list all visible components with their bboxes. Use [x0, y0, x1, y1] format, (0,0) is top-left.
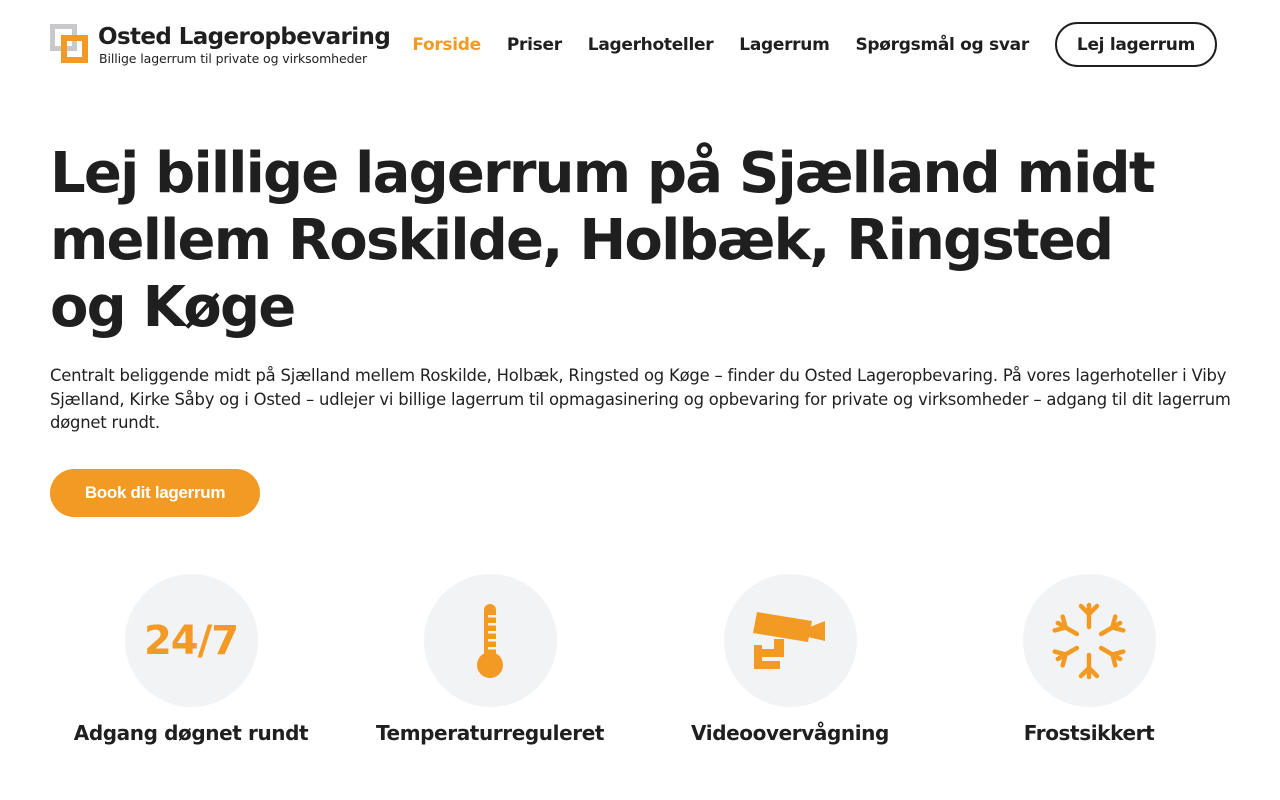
- feature-icon-circle: [1022, 574, 1156, 707]
- snowflake-icon: [1052, 602, 1126, 679]
- nav-item-forside[interactable]: Forside: [412, 35, 481, 55]
- site-header: Osted Lageropbevaring Billige lagerrum t…: [0, 0, 1280, 90]
- rent-storage-button[interactable]: Lej lagerrum: [1054, 22, 1217, 67]
- feature-video: Videoovervågning: [660, 574, 920, 745]
- clock-24-7-icon: 24/7: [143, 617, 239, 664]
- feature-temperature: Temperaturreguleret: [360, 574, 620, 745]
- feature-label: Videoovervågning: [691, 721, 889, 745]
- nav-item-faq[interactable]: Spørgsmål og svar: [855, 35, 1029, 55]
- book-storage-button[interactable]: Book dit lagerrum: [50, 469, 260, 517]
- logo-text: Osted Lageropbevaring Billige lagerrum t…: [98, 24, 391, 67]
- hero-text: Centralt beliggende midt på Sjælland mel…: [50, 366, 1231, 432]
- brand-tagline: Billige lagerrum til private og virksomh…: [99, 51, 368, 66]
- hero-title: Lej billige lagerrum på Sjælland midt me…: [50, 141, 1156, 340]
- feature-label: Frostsikkert: [1023, 721, 1155, 745]
- feature-label: Temperaturreguleret: [375, 721, 605, 745]
- main-nav: Forside Priser Lagerhoteller Lagerrum Sp…: [412, 22, 1217, 67]
- logo-mark-icon: [50, 24, 90, 64]
- feature-access: 24/7 Adgang døgnet rundt: [61, 574, 321, 745]
- logo[interactable]: Osted Lageropbevaring Billige lagerrum t…: [50, 24, 391, 67]
- nav-item-lagerrum[interactable]: Lagerrum: [739, 35, 829, 55]
- nav-item-priser[interactable]: Priser: [507, 35, 562, 55]
- feature-icon-circle: [423, 574, 557, 707]
- feature-frost: Frostsikkert: [959, 574, 1219, 745]
- security-camera-icon: [753, 611, 825, 669]
- nav-item-lagerhoteller[interactable]: Lagerhoteller: [588, 35, 714, 55]
- feature-icon-circle: [723, 574, 857, 707]
- brand-name: Osted Lageropbevaring: [98, 24, 391, 50]
- feature-icon-circle: 24/7: [124, 574, 258, 707]
- thermometer-icon: [477, 603, 503, 678]
- feature-label: Adgang døgnet rundt: [73, 721, 309, 745]
